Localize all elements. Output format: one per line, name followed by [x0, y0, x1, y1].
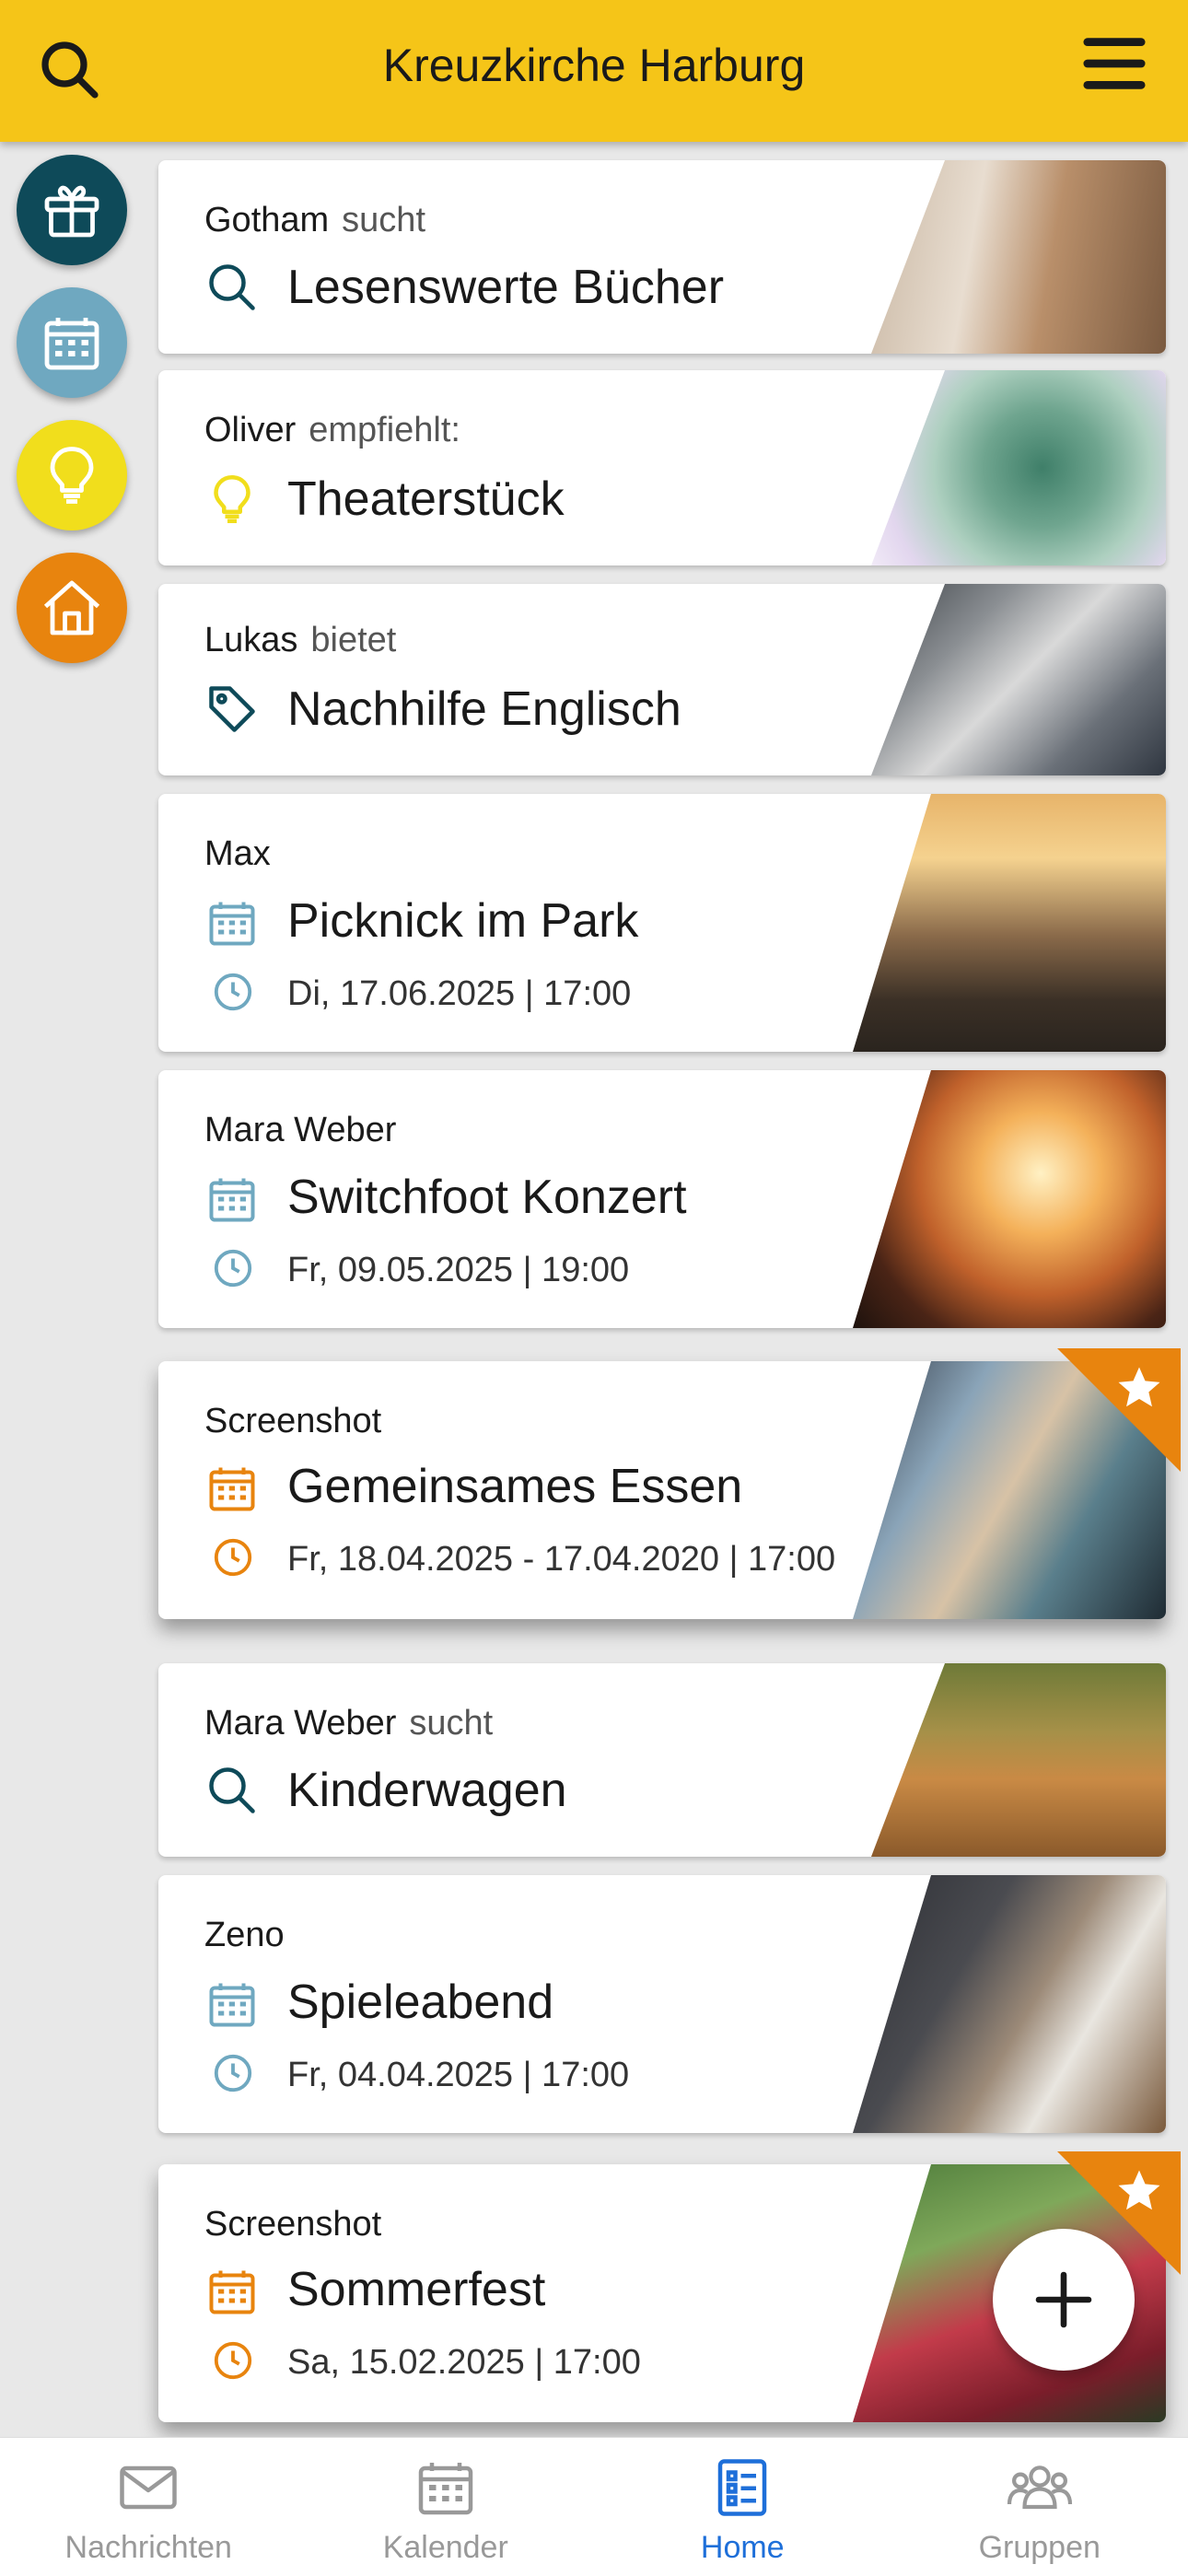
card-item[interactable]: Mara Weber Switchfoot Konzert Fr, 09.05.… — [158, 1070, 1166, 1328]
idea-filter-button[interactable] — [17, 420, 127, 530]
calendar-icon — [204, 1976, 260, 2032]
card-date: Fr, 04.04.2025 | 17:00 — [287, 2056, 629, 2095]
home-icon — [39, 575, 105, 641]
nav-item-gruppen[interactable]: Gruppen — [891, 2438, 1188, 2576]
card-date: Sa, 15.02.2025 | 17:00 — [287, 2343, 641, 2383]
nav-item-kalender[interactable]: Kalender — [297, 2438, 595, 2576]
search-icon — [204, 1763, 260, 1818]
nav-item-home[interactable]: Home — [594, 2438, 891, 2576]
card-item[interactable]: Screenshot Gemeinsames Essen Fr, 18.04.2… — [158, 1361, 1166, 1619]
card-photo — [853, 1875, 1166, 2133]
card-item[interactable]: Zeno Spieleabend Fr, 04.04.2025 | 17:00 — [158, 1875, 1166, 2133]
card-title: Switchfoot Konzert — [287, 1170, 687, 1225]
card-item[interactable]: Oliver empfiehlt: Theaterstück — [158, 370, 1166, 565]
card-author: Lukas — [204, 621, 297, 659]
card-author: Mara Weber — [204, 1704, 396, 1743]
gift-icon — [39, 177, 105, 243]
group-icon — [1007, 2454, 1073, 2521]
calendar-icon — [204, 895, 260, 950]
gift-filter-button[interactable] — [17, 155, 127, 265]
card-photo — [871, 370, 1166, 565]
calendar-icon — [39, 309, 105, 376]
clock-icon — [212, 2052, 254, 2094]
card-item[interactable]: Gotham sucht Lesenswerte Bücher — [158, 160, 1166, 354]
card-title: Picknick im Park — [287, 893, 638, 949]
page-title: Kreuzkirche Harburg — [0, 39, 1188, 92]
card-author: Screenshot — [204, 1402, 381, 1441]
nav-label: Kalender — [297, 2530, 595, 2566]
lightbulb-icon — [204, 472, 260, 527]
card-title: Sommerfest — [287, 2262, 545, 2317]
card-photo — [853, 794, 1166, 1052]
card-author: Screenshot — [204, 2205, 381, 2244]
calendar-icon — [204, 1171, 260, 1227]
calendar-icon — [204, 1461, 260, 1516]
list-icon — [709, 2454, 775, 2521]
card-title: Nachhilfe Englisch — [287, 682, 681, 737]
nav-item-nachrichten[interactable]: Nachrichten — [0, 2438, 297, 2576]
nav-label: Home — [594, 2530, 891, 2566]
bottom-nav: Nachrichten Kalender Home Gruppen — [0, 2437, 1188, 2576]
card-item[interactable]: Lukas bietet Nachhilfe Englisch — [158, 584, 1166, 775]
card-verb: empfiehlt: — [309, 411, 460, 449]
lightbulb-icon — [39, 442, 105, 508]
card-author: Max — [204, 834, 271, 874]
clock-icon — [212, 2339, 254, 2382]
clock-icon — [212, 1247, 254, 1289]
calendar-icon — [413, 2454, 479, 2521]
card-title: Spieleabend — [287, 1975, 553, 2030]
search-icon — [204, 260, 260, 315]
card-photo — [853, 1070, 1166, 1328]
card-date: Fr, 18.04.2025 - 17.04.2020 | 17:00 — [287, 1540, 835, 1579]
card-title: Gemeinsames Essen — [287, 1459, 742, 1514]
card-photo — [871, 160, 1166, 354]
card-author: Gotham — [204, 201, 329, 239]
card-author: Zeno — [204, 1916, 285, 1955]
card-item[interactable]: Mara Weber sucht Kinderwagen — [158, 1663, 1166, 1857]
hamburger-menu-icon[interactable] — [1079, 31, 1149, 96]
card-photo — [871, 584, 1166, 775]
card-title: Kinderwagen — [287, 1763, 567, 1818]
nav-label: Nachrichten — [0, 2530, 297, 2566]
clock-icon — [212, 971, 254, 1013]
card-verb: bietet — [310, 621, 396, 659]
clock-icon — [212, 1536, 254, 1579]
plus-icon — [1031, 2267, 1097, 2333]
card-verb: sucht — [342, 201, 425, 239]
app-header: Kreuzkirche Harburg — [0, 0, 1188, 142]
card-item[interactable]: Max Picknick im Park Di, 17.06.2025 | 17… — [158, 794, 1166, 1052]
calendar-icon — [204, 2264, 260, 2319]
card-author: Oliver — [204, 411, 296, 449]
star-icon — [1114, 2166, 1164, 2216]
card-photo — [871, 1663, 1166, 1857]
star-icon — [1114, 1363, 1164, 1413]
card-title: Theaterstück — [287, 472, 565, 527]
home-filter-button[interactable] — [17, 553, 127, 663]
card-author: Mara Weber — [204, 1111, 396, 1150]
tag-icon — [204, 682, 260, 737]
envelope-icon — [115, 2454, 181, 2521]
calendar-filter-button[interactable] — [17, 287, 127, 398]
card-date: Di, 17.06.2025 | 17:00 — [287, 974, 631, 1014]
add-button[interactable] — [993, 2229, 1135, 2371]
nav-label: Gruppen — [891, 2530, 1188, 2566]
card-title: Lesenswerte Bücher — [287, 260, 724, 315]
card-verb: sucht — [409, 1704, 493, 1743]
card-date: Fr, 09.05.2025 | 19:00 — [287, 1251, 629, 1290]
